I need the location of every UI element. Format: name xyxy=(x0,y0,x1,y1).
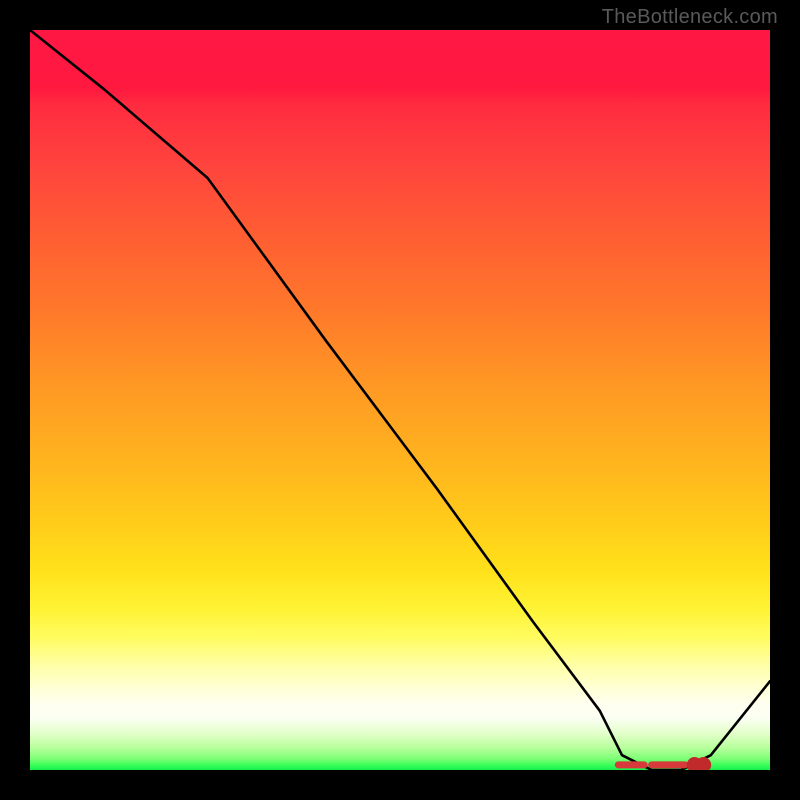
bottleneck-curve-path xyxy=(30,30,770,770)
plot-area xyxy=(30,30,770,770)
watermark-text: TheBottleneck.com xyxy=(602,6,778,29)
chart-container: TheBottleneck.com xyxy=(0,0,800,800)
optimal-dot xyxy=(699,761,707,769)
plot-svg xyxy=(30,30,770,770)
optimal-region-markers xyxy=(618,761,707,769)
